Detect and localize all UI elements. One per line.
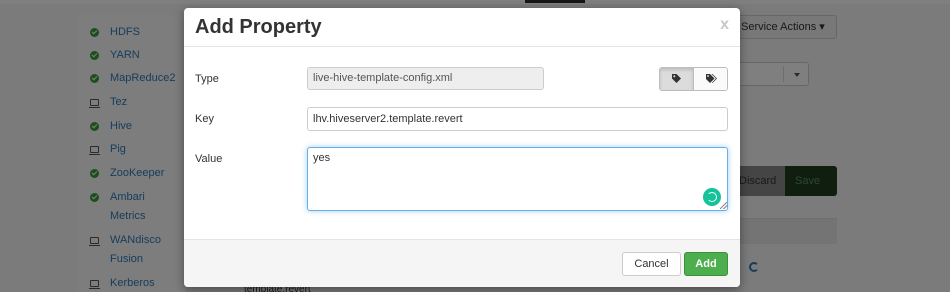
dialog-footer: Cancel Add <box>184 239 740 287</box>
tags-icon <box>706 74 717 83</box>
dialog-header: Add Property x <box>184 8 740 47</box>
property-type-toggle[interactable] <box>659 67 728 91</box>
dialog-title: Add Property <box>195 16 322 38</box>
value-label: Value <box>195 153 223 165</box>
single-tag-button[interactable] <box>660 68 694 90</box>
tag-icon <box>672 74 681 83</box>
resize-handle[interactable] <box>720 202 727 209</box>
add-property-dialog: Add Property x Type live-hive-template-c… <box>184 8 740 287</box>
value-textarea[interactable]: yes <box>307 147 728 211</box>
close-icon[interactable]: x <box>720 16 729 34</box>
multi-tag-button[interactable] <box>694 68 727 90</box>
key-input[interactable]: lhv.hiveserver2.template.revert <box>307 107 728 131</box>
cancel-button[interactable]: Cancel <box>622 252 681 276</box>
key-label: Key <box>195 113 214 125</box>
type-field: live-hive-template-config.xml <box>307 67 544 90</box>
grammarly-icon[interactable] <box>703 188 721 206</box>
add-button[interactable]: Add <box>684 252 728 276</box>
type-label: Type <box>195 73 219 85</box>
